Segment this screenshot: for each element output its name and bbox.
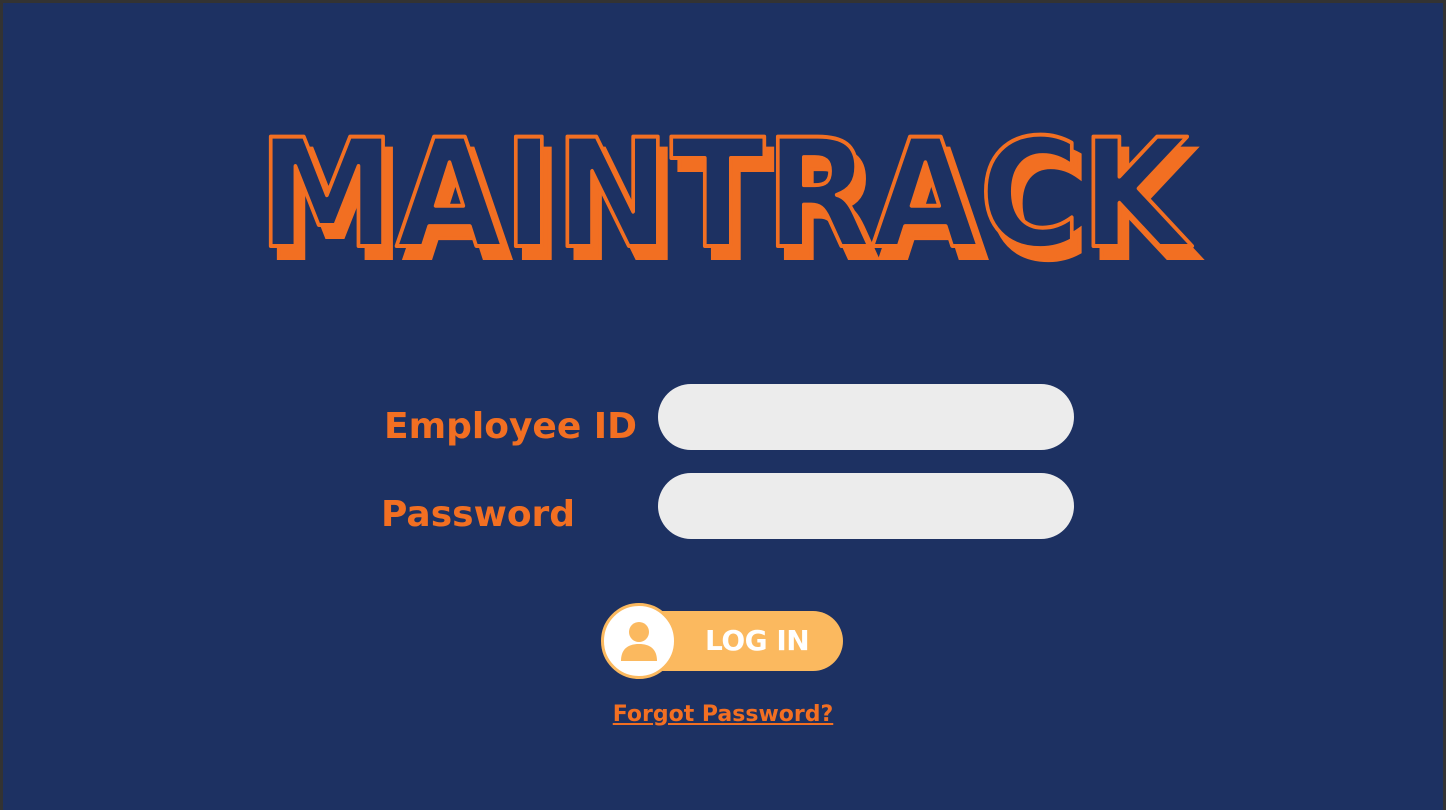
- password-input[interactable]: [658, 473, 1074, 539]
- employee-id-label: Employee ID: [384, 406, 638, 447]
- forgot-password-link[interactable]: Forgot Password?: [3, 702, 1443, 727]
- employee-id-input[interactable]: [658, 384, 1074, 450]
- login-screen: MAINTRACK Employee ID Password LOG IN Fo…: [3, 3, 1443, 810]
- maintrack-logo: MAINTRACK: [3, 111, 1443, 281]
- user-icon: [621, 622, 657, 661]
- login-button-label: LOG IN: [705, 624, 810, 657]
- login-button[interactable]: LOG IN: [601, 603, 846, 679]
- login-avatar-badge: [601, 603, 677, 679]
- password-label: Password: [381, 494, 576, 535]
